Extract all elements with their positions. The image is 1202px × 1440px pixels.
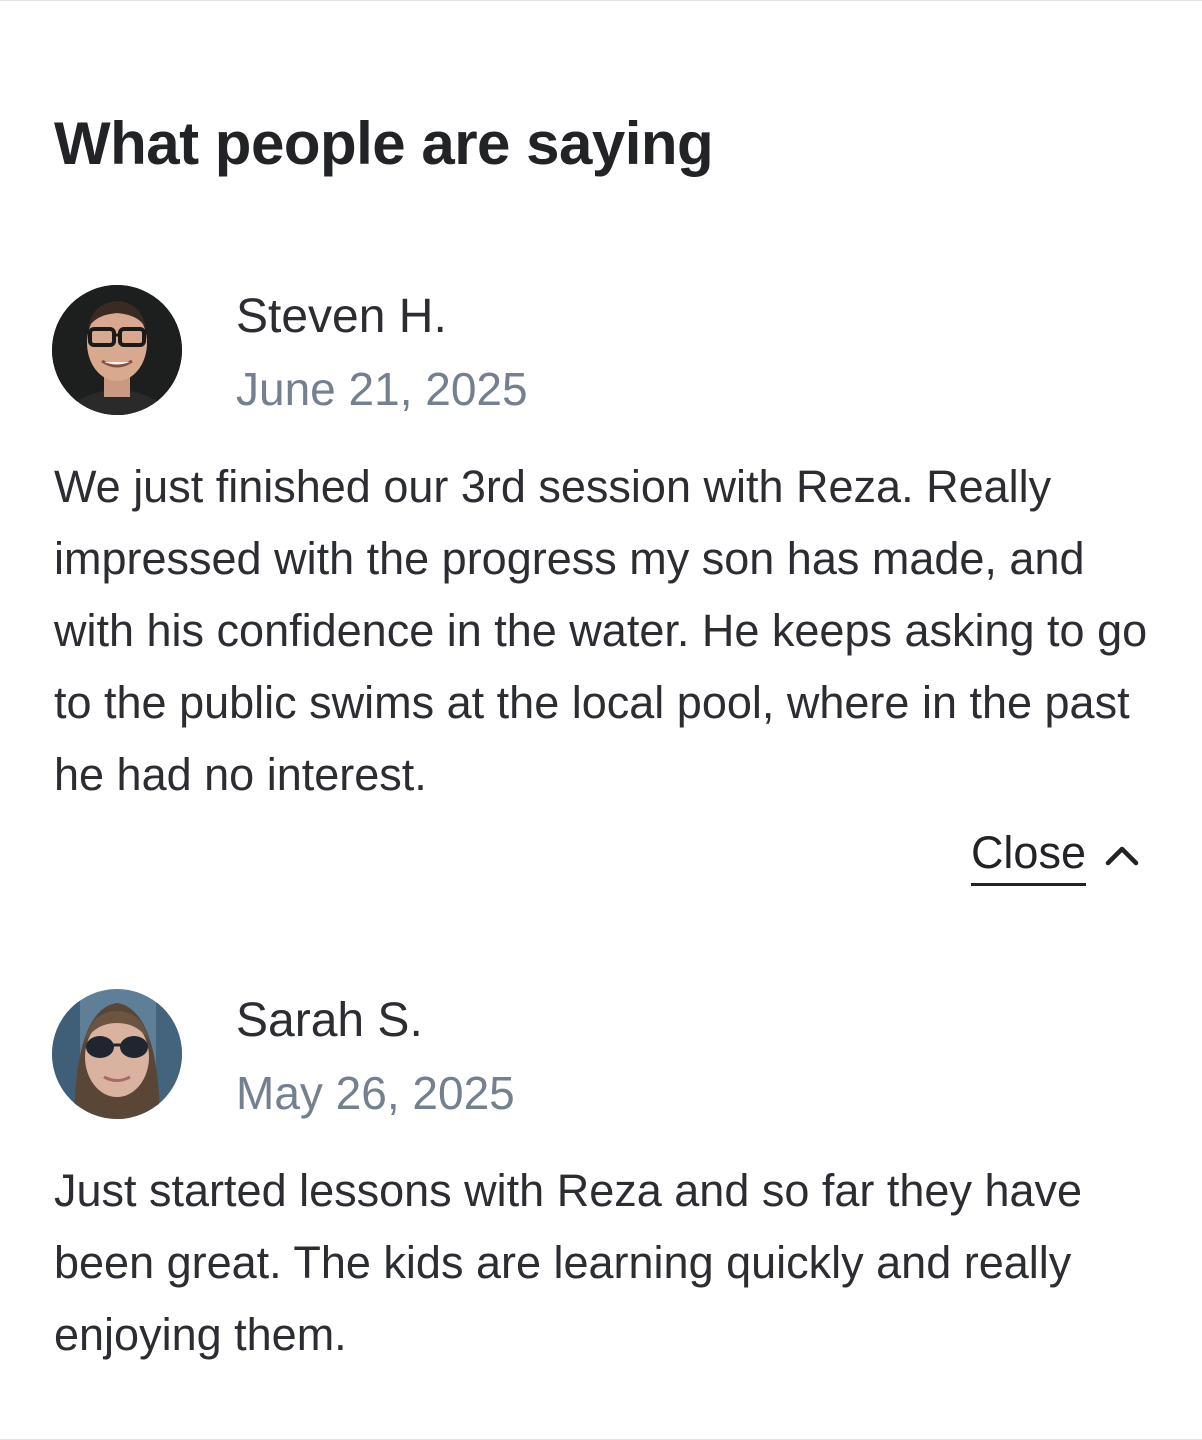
- review-text: Just started lessons with Reza and so fa…: [54, 1165, 1083, 1360]
- close-label: Close: [970, 823, 1086, 886]
- close-review-button[interactable]: Close: [970, 823, 1140, 886]
- review-date: June 21, 2025: [236, 363, 528, 415]
- reviewer-name: Steven H.: [236, 290, 447, 343]
- reviews-page: What people are saying Steven H. June 21…: [0, 0, 1202, 1440]
- section-title: What people are saying: [54, 110, 714, 177]
- review-date: May 26, 2025: [236, 1067, 515, 1119]
- avatar: [52, 989, 182, 1119]
- chevron-up-icon: [1104, 843, 1140, 867]
- reviewer-name: Sarah S.: [236, 994, 423, 1047]
- avatar: [52, 285, 182, 415]
- avatar-woman-sunglasses-image: [52, 989, 182, 1119]
- review-text: We just finished our 3rd session with Re…: [54, 461, 1148, 800]
- avatar-man-glasses-image: [52, 285, 182, 415]
